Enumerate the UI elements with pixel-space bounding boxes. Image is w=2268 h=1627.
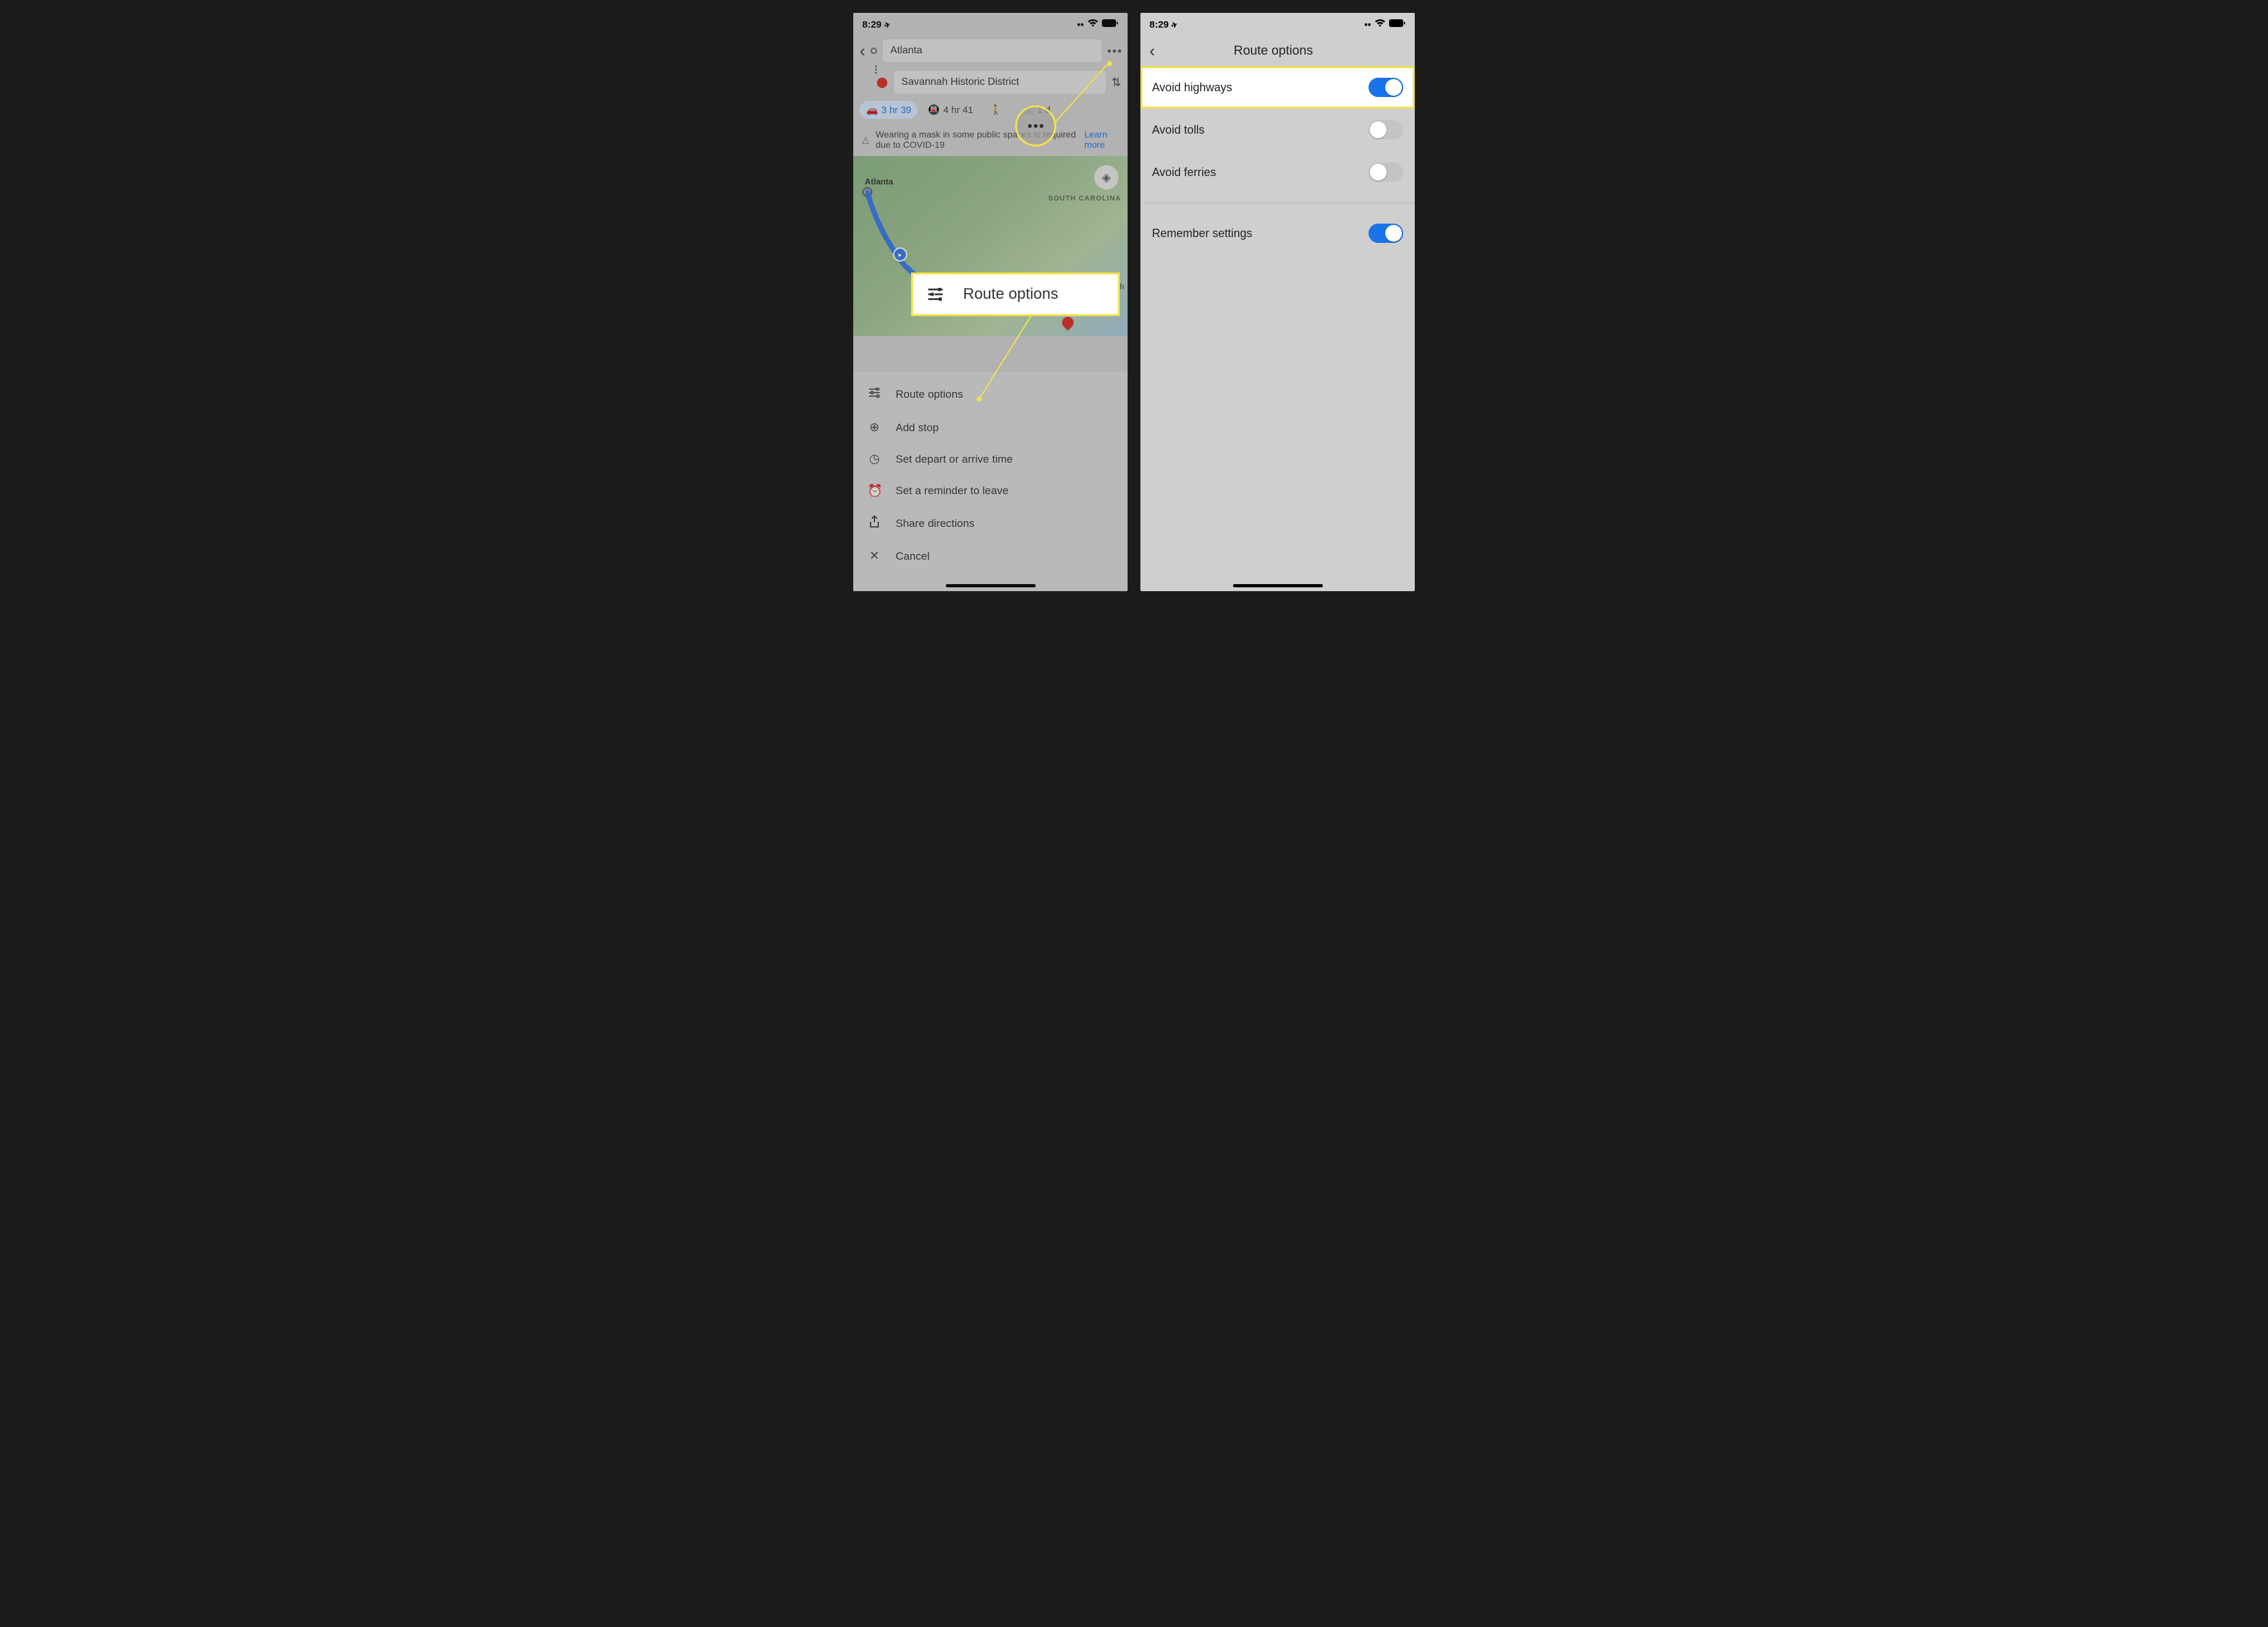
swap-button[interactable]: ⇅ [1112,76,1121,89]
menu-add-stop[interactable]: ⊕ Add stop [853,412,1128,443]
toggle-avoid-highways[interactable] [1369,78,1403,97]
callout-more-highlight [1015,105,1056,147]
menu-reminder-label: Set a reminder to leave [896,485,1009,497]
menu-set-time[interactable]: ◷ Set depart or arrive time [853,443,1128,475]
close-icon: ✕ [867,549,882,564]
toggle-avoid-tolls[interactable] [1369,120,1403,139]
route-options-header: ‹ Route options [1140,36,1415,66]
clock-icon: ◷ [867,452,882,467]
destination-icon: ⬤ [876,76,888,89]
route-dots-icon [875,66,877,74]
menu-cancel-label: Cancel [896,550,930,563]
option-avoid-ferries[interactable]: Avoid ferries [1140,151,1415,193]
menu-reminder[interactable]: ⏰ Set a reminder to leave [853,475,1128,507]
callout-route-options-label: Route options [963,285,1058,303]
callout-dot-1 [1107,61,1112,66]
status-bar: 8:29 ✈ ▪▪ [853,13,1128,36]
warning-icon: △ [862,134,869,145]
home-indicator [946,584,1036,587]
battery-icon [1389,19,1406,30]
origin-icon [871,48,877,54]
alarm-icon: ⏰ [867,483,882,499]
wifi-icon [1087,19,1099,30]
option-remember-label: Remember settings [1152,227,1252,240]
home-indicator [1233,584,1323,587]
mode-walk[interactable]: 🚶 [984,101,1012,119]
cell-signal-icon: ▪▪ [1077,19,1084,30]
callout-dot-2 [977,396,982,402]
mode-transit[interactable]: 🚇 4 hr 41 [921,101,979,119]
option-remember-settings[interactable]: Remember settings [1140,212,1415,254]
origin-field[interactable]: Atlanta [882,39,1103,63]
menu-share[interactable]: Share directions [853,507,1128,540]
menu-route-options-label: Route options [896,388,963,401]
toggle-avoid-ferries[interactable] [1369,163,1403,182]
learn-more-link[interactable]: Learn more [1085,129,1119,150]
more-options-button[interactable] [1108,49,1121,53]
menu-route-options[interactable]: Route options [853,377,1128,412]
option-avoid-ferries-label: Avoid ferries [1152,166,1216,179]
travel-modes: 🚗 3 hr 39 🚇 4 hr 41 🚶 🚲 1 d [853,97,1128,123]
option-avoid-highways-label: Avoid highways [1152,81,1232,94]
sliders-icon [867,386,882,404]
battery-icon [1102,19,1119,30]
covid-banner: △ Wearing a mask in some public spaces i… [853,123,1128,156]
cell-signal-icon: ▪▪ [1364,19,1371,30]
options-sheet: Route options ⊕ Add stop ◷ Set depart or… [853,372,1128,591]
phone-directions: 8:29 ✈ ▪▪ ‹ Atlanta ⬤ Savannah Historic … [853,13,1128,591]
menu-set-time-label: Set depart or arrive time [896,453,1013,466]
callout-route-options: Route options [911,272,1120,316]
status-bar: 8:29 ✈ ▪▪ [1140,13,1415,36]
route-marker-icon: ▸ [893,247,907,262]
wifi-icon [1374,19,1386,30]
option-avoid-highways[interactable]: Avoid highways [1140,66,1415,109]
option-avoid-tolls[interactable]: Avoid tolls [1140,109,1415,151]
mode-car[interactable]: 🚗 3 hr 39 [860,101,917,119]
toggle-remember[interactable] [1369,224,1403,243]
sliders-icon [926,285,945,304]
status-time: 8:29 ✈ [1149,19,1178,30]
location-icon: ✈ [1170,19,1179,30]
menu-add-stop-label: Add stop [896,422,939,434]
share-icon [867,515,882,532]
status-time: 8:29 ✈ [862,19,890,30]
plus-circle-icon: ⊕ [867,420,882,435]
location-icon: ✈ [883,19,892,30]
phone-route-options: 8:29 ✈ ▪▪ ‹ Route options Avoid highways… [1140,13,1415,591]
menu-cancel[interactable]: ✕ Cancel [853,540,1128,572]
back-button[interactable]: ‹ [1149,41,1155,61]
page-title: Route options [1155,44,1406,58]
menu-share-label: Share directions [896,517,975,530]
option-avoid-tolls-label: Avoid tolls [1152,123,1205,137]
destination-field[interactable]: Savannah Historic District [893,70,1106,94]
divider [1140,202,1415,203]
back-button[interactable]: ‹ [860,41,865,61]
